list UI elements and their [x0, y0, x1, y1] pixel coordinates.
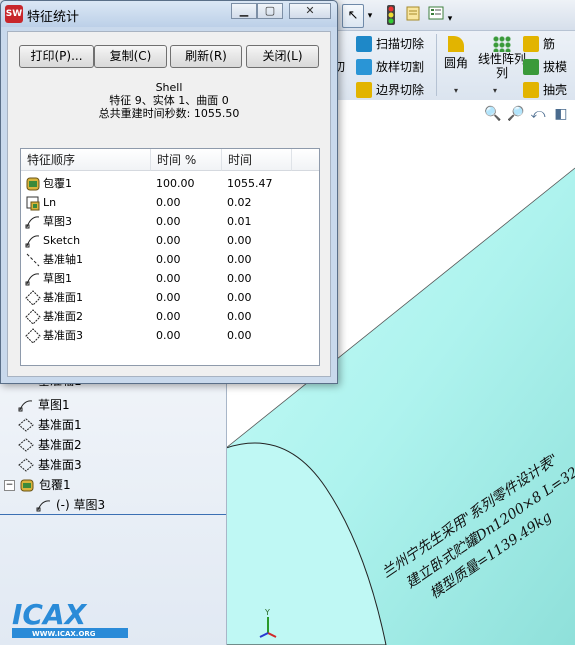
- dialog-client-area: 打印(P)... 复制(C) 刷新(R) 关闭(L) Shell 特征 9、实体…: [7, 31, 331, 377]
- list-row[interactable]: 草图1 0.00 0.00: [21, 269, 319, 288]
- select-arrow-icon[interactable]: ↖: [342, 4, 364, 28]
- list-row[interactable]: 基准面1 0.00 0.00: [21, 288, 319, 307]
- sketch-icon: [25, 272, 40, 285]
- plane-icon: [18, 458, 34, 472]
- plane-icon: [25, 308, 41, 325]
- list-row[interactable]: Sketch 0.00 0.00: [21, 231, 319, 250]
- linear-pattern-icon: [493, 36, 511, 52]
- rib-icon: [523, 36, 539, 52]
- plane-icon: [18, 418, 34, 432]
- copy-button[interactable]: 复制(C): [94, 45, 167, 68]
- close-button[interactable]: 关闭(L): [246, 45, 319, 68]
- ribbon-boundary-cut[interactable]: 边界切除: [356, 81, 424, 99]
- list-row[interactable]: 草图3 0.00 0.01: [21, 212, 319, 231]
- ribbon-shell[interactable]: 抽壳: [523, 81, 567, 99]
- refresh-button[interactable]: 刷新(R): [170, 45, 242, 68]
- ribbon-draft[interactable]: 拔模: [523, 58, 567, 76]
- file-properties-icon[interactable]: [402, 4, 424, 28]
- rebuild-time-total: 总共重建时间秒数: 1055.50: [98, 107, 240, 120]
- tree-item-wrap1[interactable]: − 包覆1: [4, 476, 71, 494]
- column-header-time[interactable]: 时间: [222, 149, 292, 171]
- close-window-button[interactable]: ✕: [289, 3, 331, 19]
- list-row[interactable]: 包覆1 100.00 1055.47: [21, 174, 319, 193]
- plane-icon: [18, 438, 34, 452]
- list-row[interactable]: 基准面3 0.00 0.00: [21, 326, 319, 345]
- draft-icon: [523, 59, 539, 75]
- svg-text:Y: Y: [264, 608, 270, 617]
- sketch-icon: [25, 215, 40, 228]
- icax-logo: ICAX WWW.ICAX.ORG: [8, 598, 132, 640]
- fillet-dropdown-icon[interactable]: ▾: [454, 86, 458, 95]
- sketch-icon: [36, 500, 51, 512]
- previous-view-icon[interactable]: ⤺: [530, 106, 546, 122]
- dropdown-icon[interactable]: ▾: [364, 4, 376, 28]
- pattern-dropdown-icon[interactable]: ▾: [493, 86, 497, 95]
- ribbon-rib[interactable]: 筋: [523, 35, 555, 53]
- tree-item-plane3[interactable]: 基准面3: [18, 456, 82, 474]
- zoom-to-fit-icon[interactable]: 🔍: [484, 106, 501, 122]
- svg-text:WWW.ICAX.ORG: WWW.ICAX.ORG: [32, 630, 96, 638]
- ribbon-linear-pattern[interactable]: 线性阵列 列: [478, 36, 526, 80]
- part-name: Shell: [155, 81, 183, 94]
- traffic-light-icon[interactable]: [380, 4, 402, 28]
- fillet-icon: [448, 36, 464, 52]
- feature-statistics-dialog: SW 特征统计 ▁ ▢ ✕ 打印(P)... 复制(C) 刷新(R) 关闭(L)…: [0, 0, 338, 384]
- options-icon[interactable]: ▾: [424, 4, 456, 28]
- shell-icon: [523, 82, 539, 98]
- list-row[interactable]: 基准轴1 0.00 0.00: [21, 250, 319, 269]
- ribbon-fillet[interactable]: 圆角: [444, 36, 468, 72]
- zoom-area-icon[interactable]: 🔎: [507, 106, 524, 122]
- dialog-title: 特征统计: [27, 10, 80, 25]
- column-header-filler: [292, 149, 319, 171]
- rollback-bar[interactable]: [0, 514, 226, 515]
- svg-text:ICAX: ICAX: [12, 598, 88, 631]
- lofted-cut-icon: [356, 59, 372, 75]
- column-header-feature-order[interactable]: 特征顺序: [21, 149, 151, 171]
- list-row[interactable]: Ln 0.00 0.02: [21, 193, 319, 212]
- swept-cut-icon: [356, 36, 372, 52]
- sketch-icon: [25, 234, 40, 247]
- minimize-button[interactable]: ▁: [231, 3, 257, 19]
- plane-icon: [25, 327, 41, 344]
- plane-icon: [25, 289, 41, 306]
- solidworks-app-icon: SW: [5, 5, 23, 23]
- ribbon-swept-cut[interactable]: 扫描切除: [356, 35, 424, 53]
- dialog-titlebar[interactable]: SW 特征统计 ▁ ▢ ✕: [1, 1, 337, 27]
- part-icon: [26, 196, 40, 210]
- wrap-feature-icon: [26, 177, 40, 190]
- tree-item-plane2[interactable]: 基准面2: [18, 436, 82, 454]
- wrap-feature-icon: [20, 479, 34, 492]
- ribbon-lofted-cut[interactable]: 放样切割: [356, 58, 424, 76]
- maximize-button[interactable]: ▢: [257, 3, 283, 19]
- collapse-toggle-icon[interactable]: −: [4, 479, 15, 491]
- tree-item-sketch1[interactable]: 草图1: [18, 396, 70, 414]
- feature-statistics-list[interactable]: 特征顺序 时间 % 时间 包覆1 100.00 1055.47 Ln 0.00 0.…: [20, 148, 320, 366]
- boundary-cut-icon: [356, 82, 372, 98]
- ribbon-separator: [436, 34, 437, 96]
- print-button[interactable]: 打印(P)...: [19, 45, 94, 68]
- tree-item-plane1[interactable]: 基准面1: [18, 416, 82, 434]
- column-header-time-percent[interactable]: 时间 %: [151, 149, 222, 171]
- tree-item-sketch3[interactable]: (-) 草图3: [36, 496, 105, 514]
- axis-icon: [26, 253, 40, 266]
- list-row[interactable]: 基准面2 0.00 0.00: [21, 307, 319, 326]
- feature-counts: 特征 9、实体 1、曲面 0: [109, 94, 229, 107]
- top-toolbar: ↖ ▾ ▾: [330, 0, 575, 31]
- section-view-icon[interactable]: ◧: [553, 106, 569, 122]
- sketch-icon: [18, 400, 33, 412]
